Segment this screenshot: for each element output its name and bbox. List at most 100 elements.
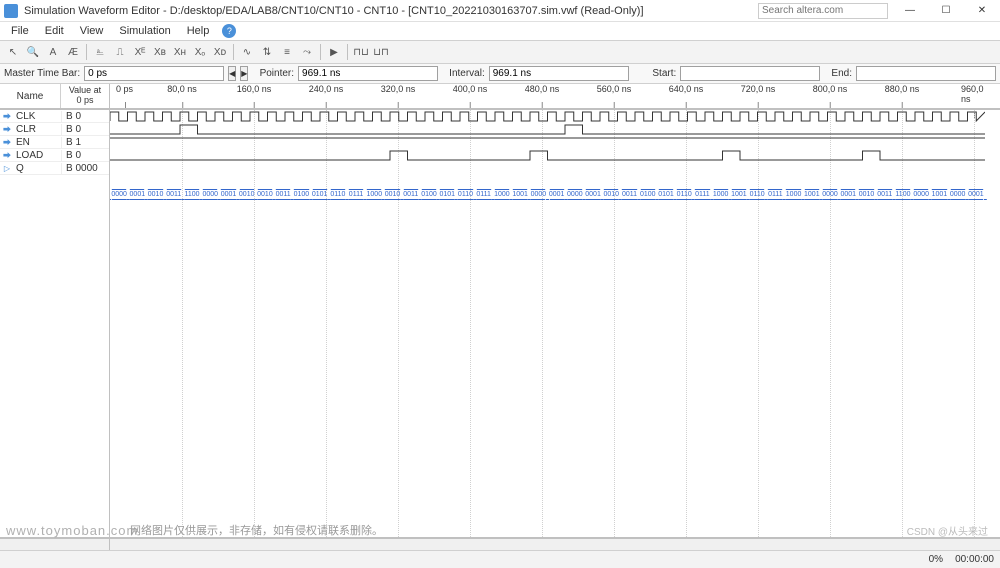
name-header: Name	[0, 84, 61, 108]
value-header: Value at0 ps	[61, 84, 109, 108]
toolbar: ↖ 🔍 A Æ ⎁ ⎍ Xᴱ Xв Xн Xₒ Xᴅ ∿ ⇅ ≡ ⤳ ▶ ⊓⊔ …	[0, 40, 1000, 64]
grid-line	[542, 110, 543, 537]
signal-row[interactable]: ⮕LOADB 0	[0, 149, 109, 162]
signal-value: B 0	[61, 124, 109, 135]
waveform-en	[110, 136, 1000, 149]
time-tick: 720,0 ns	[741, 84, 776, 94]
signal-name: CLR	[14, 124, 61, 135]
signal-name: Q	[14, 163, 61, 174]
infobar: Master Time Bar: ◀ ▶ Pointer: Interval: …	[0, 64, 1000, 84]
titlebar: Simulation Waveform Editor - D:/desktop/…	[0, 0, 1000, 22]
grid-line	[758, 110, 759, 537]
horizontal-scrollbar[interactable]	[0, 538, 1000, 550]
search-input[interactable]	[758, 3, 888, 19]
master-time-bar-input[interactable]	[84, 66, 224, 81]
menu-view[interactable]: View	[73, 24, 111, 38]
waveform-area[interactable]: 0 ps 80,0 ns160,0 ns240,0 ns320,0 ns400,…	[110, 84, 1000, 537]
window-controls: — ☐ ✕	[896, 2, 996, 20]
signal-row[interactable]: ⮕CLKB 0	[0, 110, 109, 123]
cursor-tool-icon[interactable]: ↖	[4, 43, 22, 61]
run-sim-icon[interactable]: ▶	[325, 43, 343, 61]
signal-row[interactable]: ⮕ENB 1	[0, 136, 109, 149]
signal-type-icon: ⮕	[0, 137, 14, 148]
wave1-icon[interactable]: ⊓⊔	[352, 43, 370, 61]
end-label: End:	[831, 68, 852, 79]
prev-button[interactable]: ◀	[228, 66, 236, 81]
end-input[interactable]	[856, 66, 996, 81]
grid-line	[326, 110, 327, 537]
time-tick: 0 ps	[116, 84, 133, 94]
z-low-icon[interactable]: ⎁	[91, 43, 109, 61]
grid-line	[686, 110, 687, 537]
menu-edit[interactable]: Edit	[38, 24, 71, 38]
signal-value: B 0000	[61, 163, 109, 174]
minimize-button[interactable]: —	[896, 2, 924, 20]
time-tick: 640,0 ns	[669, 84, 704, 94]
menu-simulation[interactable]: Simulation	[112, 24, 177, 38]
time-tick: 160,0 ns	[237, 84, 272, 94]
next-button[interactable]: ▶	[240, 66, 248, 81]
grid-line	[614, 110, 615, 537]
grid-line	[398, 110, 399, 537]
signal-type-icon: ▷	[0, 164, 14, 173]
signal-row[interactable]: ▷QB 0000	[0, 162, 109, 175]
waveform-clr	[110, 123, 1000, 136]
wave2-icon[interactable]: ⊔⊓	[372, 43, 390, 61]
signal-value: B 1	[61, 137, 109, 148]
scroll-corner	[0, 539, 110, 550]
help-icon[interactable]: ?	[222, 24, 236, 38]
shift-icon[interactable]: ⤳	[298, 43, 316, 61]
time-tick: 880,0 ns	[885, 84, 920, 94]
rand-icon[interactable]: ∿	[238, 43, 256, 61]
signal-type-icon: ⮕	[0, 150, 14, 161]
status-progress: 0%	[929, 554, 943, 565]
panel-header: Name Value at0 ps	[0, 84, 109, 110]
status-time: 00:00:00	[955, 554, 994, 565]
xb-icon[interactable]: Xв	[151, 43, 169, 61]
pointer-input[interactable]	[298, 66, 438, 81]
scroll-track[interactable]	[110, 539, 1000, 550]
main-area: Name Value at0 ps ⮕CLKB 0⮕CLRB 0⮕ENB 1⮕L…	[0, 84, 1000, 538]
menu-help[interactable]: Help	[180, 24, 217, 38]
inv-icon[interactable]: ⇅	[258, 43, 276, 61]
toolbar-separator	[86, 44, 87, 60]
maximize-button[interactable]: ☐	[932, 2, 960, 20]
text-ae-icon[interactable]: Æ	[64, 43, 82, 61]
eq-icon[interactable]: ≡	[278, 43, 296, 61]
xe-icon[interactable]: Xᴱ	[131, 43, 149, 61]
grid-line	[902, 110, 903, 537]
menu-file[interactable]: File	[4, 24, 36, 38]
xd-icon[interactable]: Xᴅ	[211, 43, 229, 61]
text-a-icon[interactable]: A	[44, 43, 62, 61]
time-tick: 320,0 ns	[381, 84, 416, 94]
toolbar-separator	[347, 44, 348, 60]
pointer-label: Pointer:	[260, 68, 294, 79]
zoom-tool-icon[interactable]: 🔍	[24, 43, 42, 61]
start-input[interactable]	[680, 66, 820, 81]
z-high-icon[interactable]: ⎍	[111, 43, 129, 61]
time-tick: 800,0 ns	[813, 84, 848, 94]
start-label: Start:	[652, 68, 676, 79]
interval-label: Interval:	[449, 68, 485, 79]
signal-type-icon: ⮕	[0, 124, 14, 135]
xo-icon[interactable]: Xₒ	[191, 43, 209, 61]
time-tick: 80,0 ns	[167, 84, 197, 94]
signal-type-icon: ⮕	[0, 111, 14, 122]
grid-line	[830, 110, 831, 537]
waveform-clk	[110, 110, 1000, 123]
close-button[interactable]: ✕	[968, 2, 996, 20]
master-time-bar-label: Master Time Bar:	[4, 68, 80, 79]
waveform-q: 0000000100100011110000000001001000100011…	[110, 188, 1000, 201]
watermark-csdn: CSDN @从头来过	[907, 523, 988, 538]
grid-line	[974, 110, 975, 537]
signal-value: B 0	[61, 150, 109, 161]
toolbar-separator	[233, 44, 234, 60]
window-title: Simulation Waveform Editor - D:/desktop/…	[24, 5, 758, 17]
grid-line	[182, 110, 183, 537]
signal-row[interactable]: ⮕CLRB 0	[0, 123, 109, 136]
xh-icon[interactable]: Xн	[171, 43, 189, 61]
interval-input[interactable]	[489, 66, 629, 81]
watermark-note: 网络图片仅供展示，非存储，如有侵权请联系删除。	[130, 522, 383, 538]
time-tick: 560,0 ns	[597, 84, 632, 94]
grid-line	[254, 110, 255, 537]
